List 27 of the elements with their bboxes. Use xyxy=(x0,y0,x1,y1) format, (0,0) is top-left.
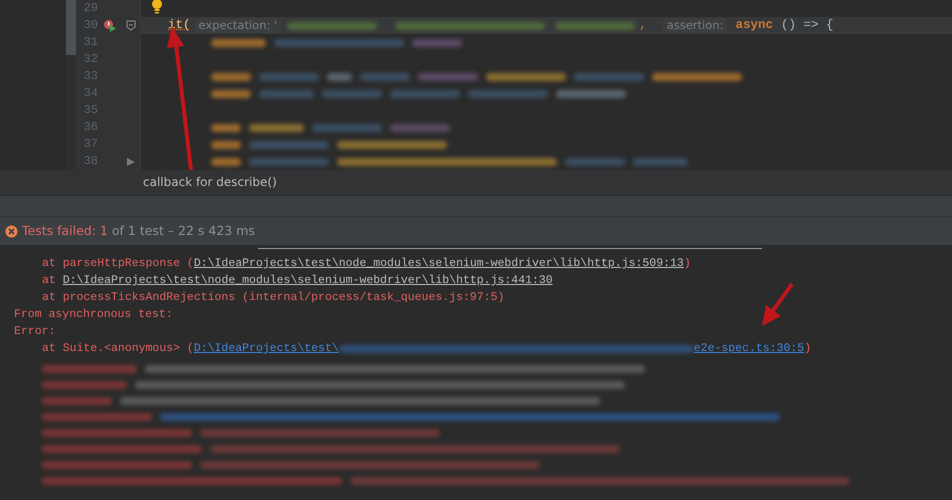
file-link[interactable]: e2e-spec.ts:30:5 xyxy=(694,340,804,357)
code-text: it( xyxy=(168,17,191,34)
status-text: of 1 test – 22 s 423 ms xyxy=(112,222,255,240)
console-text: From asynchronous test: xyxy=(14,307,173,323)
test-failed-run-icon xyxy=(103,19,117,32)
console-text: at parseHttpResponse ( xyxy=(42,256,194,272)
code-text: () => { xyxy=(780,17,834,34)
console-text: ) xyxy=(684,256,691,272)
console-text: at xyxy=(42,273,57,289)
scrollbar-thumb[interactable] xyxy=(66,0,76,55)
file-link[interactable]: D:\IdeaProjects\test\ xyxy=(194,340,339,357)
code-text: , xyxy=(639,17,647,34)
file-link[interactable]: D:\IdeaProjects\test\node_modules\selenium-webdriver\lib\http.js:509:13 xyxy=(194,255,684,272)
fold-icon xyxy=(126,20,136,31)
error-icon xyxy=(5,225,18,238)
breadcrumb-text: callback for describe() xyxy=(0,170,952,195)
file-link[interactable]: D:\IdeaProjects\test\node_modules\selenium-webdriver\lib\http.js:441:30 xyxy=(62,272,553,289)
parameter-hint: assertion: xyxy=(662,18,728,33)
console-text: ) xyxy=(804,341,812,357)
lightbulb-icon xyxy=(151,0,163,15)
parameter-hint: expectation: ' xyxy=(194,18,282,33)
console-text: at processTicksAndRejections (internal/process/task_queues.js:97:5) xyxy=(42,290,504,306)
console-text: at Suite.<anonymous> ( xyxy=(42,341,194,357)
console-text: Error: xyxy=(14,324,56,340)
arrow-annotation xyxy=(762,282,794,326)
status-text: Tests failed: 1 xyxy=(22,222,108,240)
code-text: async xyxy=(735,17,773,34)
